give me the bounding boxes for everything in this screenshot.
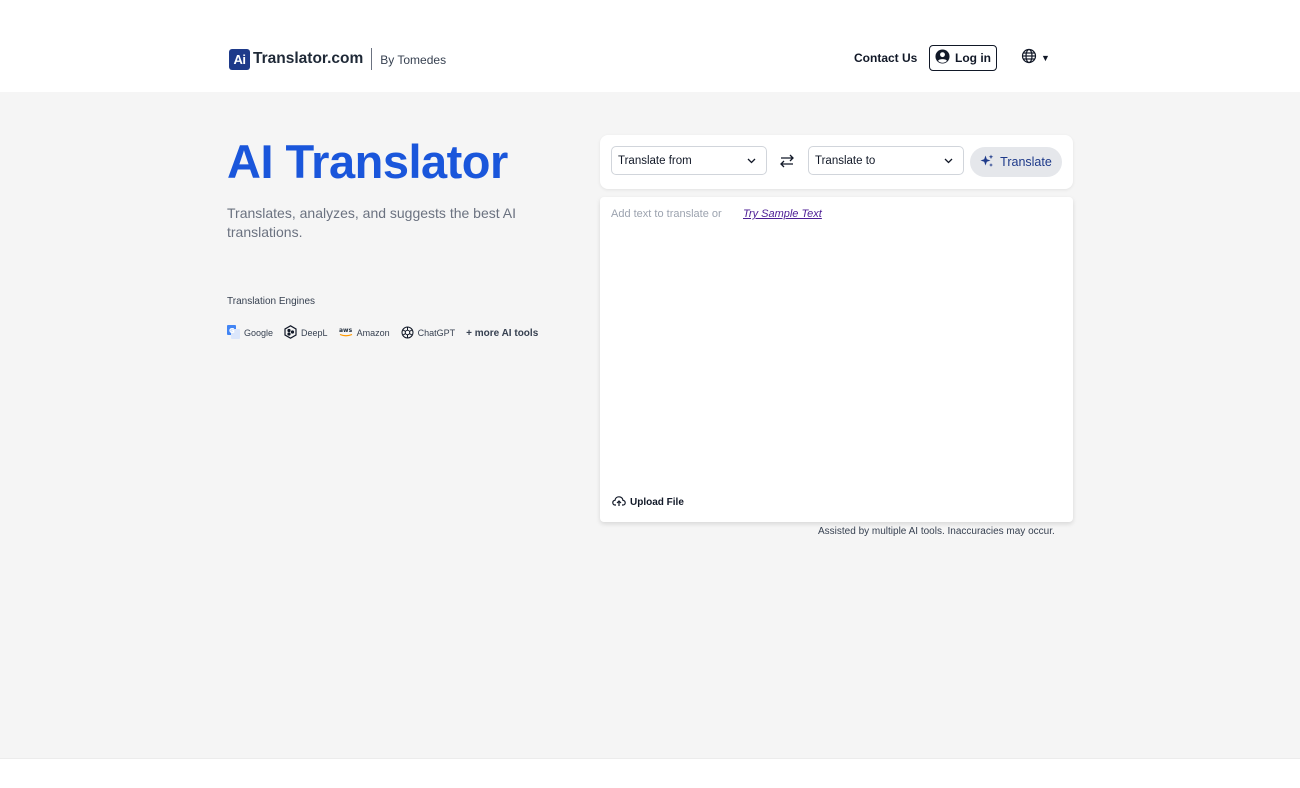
more-ai-tools-link[interactable]: + more AI tools (466, 328, 538, 339)
translate-to-select[interactable]: Translate to (808, 146, 964, 175)
main-content: AI Translator Translates, analyzes, and … (0, 92, 1300, 758)
translator-toolbar: Translate from Translate to Translate (600, 135, 1073, 189)
logo-byline: By Tomedes (380, 53, 447, 67)
translate-to-label: Translate to (815, 154, 876, 167)
engine-name: ChatGPT (417, 328, 456, 338)
upload-file-label: Upload File (630, 497, 684, 508)
login-button[interactable]: Log in (929, 45, 997, 71)
logo[interactable]: Ai Translator.com By Tomedes (229, 47, 446, 71)
login-label: Log in (955, 51, 991, 65)
translate-from-select[interactable]: Translate from (611, 146, 767, 175)
caret-down-icon: ▼ (1041, 53, 1050, 63)
translate-button[interactable]: Translate (970, 147, 1062, 177)
cloud-upload-icon (612, 495, 626, 510)
translate-button-label: Translate (1000, 155, 1052, 169)
engine-name: Amazon (356, 328, 390, 338)
sparkle-icon (980, 154, 994, 171)
logo-divider (371, 48, 373, 70)
footer-strip (0, 758, 1300, 788)
translate-from-label: Translate from (618, 154, 692, 167)
contact-us-link[interactable]: Contact Us (854, 51, 917, 65)
svg-text:G: G (229, 327, 235, 335)
engine-name: Google (244, 328, 274, 338)
aws-icon: aws (339, 326, 353, 340)
svg-text:aws: aws (339, 327, 353, 334)
language-selector[interactable]: ▼ (1021, 48, 1050, 69)
input-placeholder: Add text to translate or (611, 208, 722, 220)
ai-disclaimer: Assisted by multiple AI tools. Inaccurac… (818, 526, 1055, 537)
source-text-area[interactable]: Add text to translate or Try Sample Text… (600, 197, 1073, 522)
user-icon (935, 49, 950, 67)
page-title: AI Translator (227, 135, 508, 188)
logo-text: Translator.com (253, 50, 364, 67)
upload-file-button[interactable]: Upload File (612, 495, 684, 510)
google-translate-icon: G (227, 325, 240, 341)
swap-languages-icon[interactable] (778, 152, 796, 170)
engine-name: DeepL (301, 328, 328, 338)
engine-google: G Google (227, 325, 273, 341)
engine-chatgpt: ChatGPT (401, 326, 456, 341)
engines-label: Translation Engines (227, 296, 316, 307)
engine-amazon: aws Amazon (339, 326, 390, 340)
engines-list: G Google DeepL aws Amazon ChatGPT + more… (227, 325, 538, 341)
chatgpt-icon (401, 326, 414, 341)
globe-icon (1021, 48, 1037, 69)
chevron-down-icon (747, 155, 756, 167)
page-subtitle: Translates, analyzes, and suggests the b… (227, 205, 516, 240)
try-sample-text-link[interactable]: Try Sample Text (743, 208, 822, 220)
deepl-icon (284, 325, 297, 341)
chevron-down-icon (944, 155, 953, 167)
logo-badge: Ai (229, 48, 250, 70)
engine-deepl: DeepL (284, 325, 328, 341)
site-header: Ai Translator.com By Tomedes Contact Us … (0, 0, 1300, 92)
